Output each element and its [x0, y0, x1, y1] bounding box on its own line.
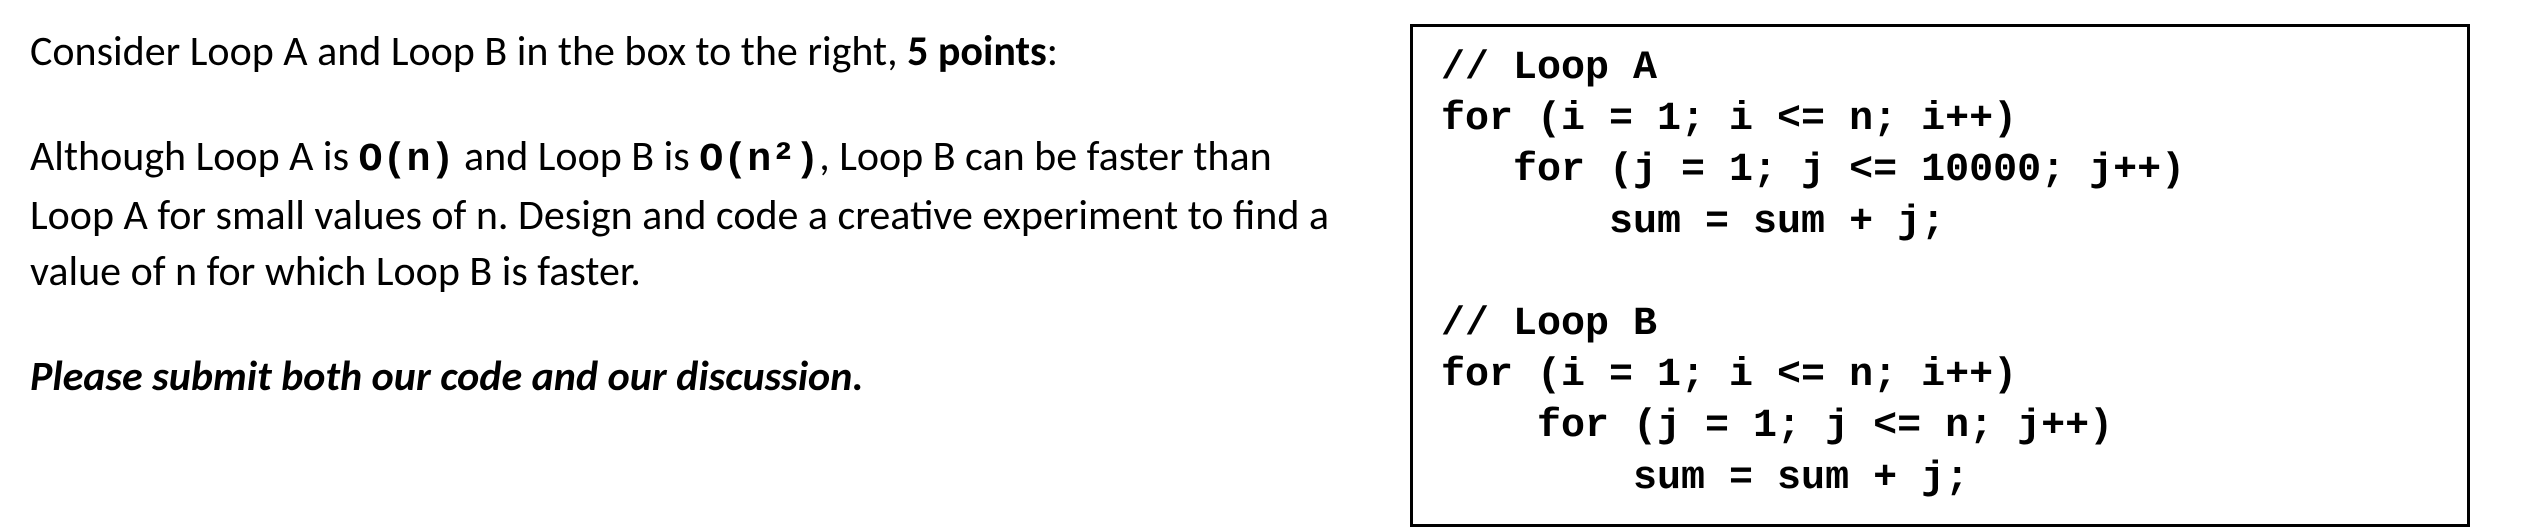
- intro-text-suffix: :: [1047, 26, 1058, 77]
- question-text-column: Consider Loop A and Loop B in the box to…: [30, 24, 1350, 406]
- code-line: sum = sum + j;: [1441, 200, 1945, 245]
- code-line: // Loop A: [1441, 46, 1657, 91]
- body-text-a: Although Loop A is: [30, 131, 359, 182]
- code-column: // Loop A for (i = 1; i <= n; i++) for (…: [1410, 24, 2470, 527]
- code-line: // Loop B: [1441, 302, 1657, 347]
- code-box: // Loop A for (i = 1; i <= n; i++) for (…: [1410, 24, 2470, 527]
- submit-instruction: Please submit both our code and our disc…: [30, 349, 1350, 406]
- points-label: 5 points: [907, 26, 1047, 77]
- page: Consider Loop A and Loop B in the box to…: [0, 0, 2524, 518]
- intro-text-prefix: Consider Loop A and Loop B in the box to…: [30, 26, 907, 77]
- intro-paragraph: Consider Loop A and Loop B in the box to…: [30, 24, 1350, 81]
- code-line: for (j = 1; j <= 10000; j++): [1441, 148, 2185, 193]
- big-o-n: O(n): [359, 138, 455, 183]
- big-o-n-squared: O(n²): [699, 138, 819, 183]
- body-text-b: and Loop B is: [455, 131, 700, 182]
- code-line: for (i = 1; i <= n; i++): [1441, 97, 2017, 142]
- code-line: for (j = 1; j <= n; j++): [1441, 404, 2113, 449]
- code-line: sum = sum + j;: [1441, 456, 1969, 501]
- body-paragraph: Although Loop A is O(n) and Loop B is O(…: [30, 129, 1350, 301]
- code-line: for (i = 1; i <= n; i++): [1441, 353, 2017, 398]
